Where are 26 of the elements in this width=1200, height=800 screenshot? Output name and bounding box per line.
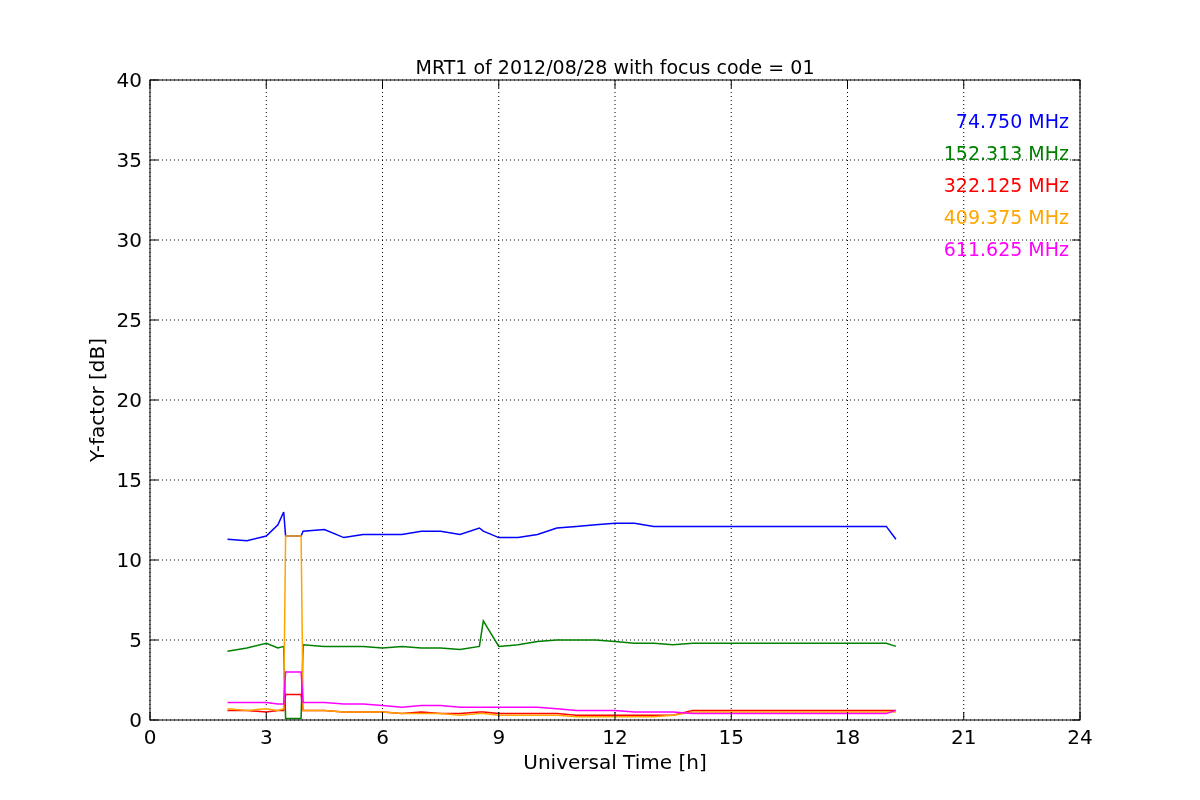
tick-label: 12 bbox=[602, 725, 628, 749]
y-axis-label: Y-factor [dB] bbox=[85, 338, 109, 462]
x-axis-label: Universal Time [h] bbox=[523, 750, 707, 774]
tick-label: 30 bbox=[116, 228, 142, 252]
tick-label: 15 bbox=[718, 725, 744, 749]
tick-label: 5 bbox=[129, 628, 142, 652]
legend-label: 409.375 MHz bbox=[943, 206, 1069, 228]
tick-label: 15 bbox=[116, 468, 142, 492]
tick-label: 9 bbox=[492, 725, 506, 749]
chart-title: MRT1 of 2012/08/28 with focus code = 01 bbox=[415, 56, 815, 78]
legend-label: 322.125 MHz bbox=[943, 174, 1069, 196]
tick-label: 10 bbox=[116, 548, 142, 572]
tick-label: 40 bbox=[116, 68, 142, 92]
tick-label: 0 bbox=[129, 708, 142, 732]
tick-label: 18 bbox=[834, 725, 861, 749]
tick-label: 25 bbox=[116, 308, 142, 332]
tick-label: 21 bbox=[951, 725, 977, 749]
legend-label: 611.625 MHz bbox=[943, 238, 1069, 260]
tick-label: 35 bbox=[116, 148, 142, 172]
tick-label: 24 bbox=[1067, 725, 1093, 749]
tick-label: 20 bbox=[116, 388, 142, 412]
legend-label: 74.750 MHz bbox=[955, 110, 1069, 132]
tick-label: 3 bbox=[259, 725, 273, 749]
legend-label: 152.313 MHz bbox=[943, 142, 1069, 164]
tick-label: 0 bbox=[143, 725, 157, 749]
tick-label: 6 bbox=[376, 725, 389, 749]
